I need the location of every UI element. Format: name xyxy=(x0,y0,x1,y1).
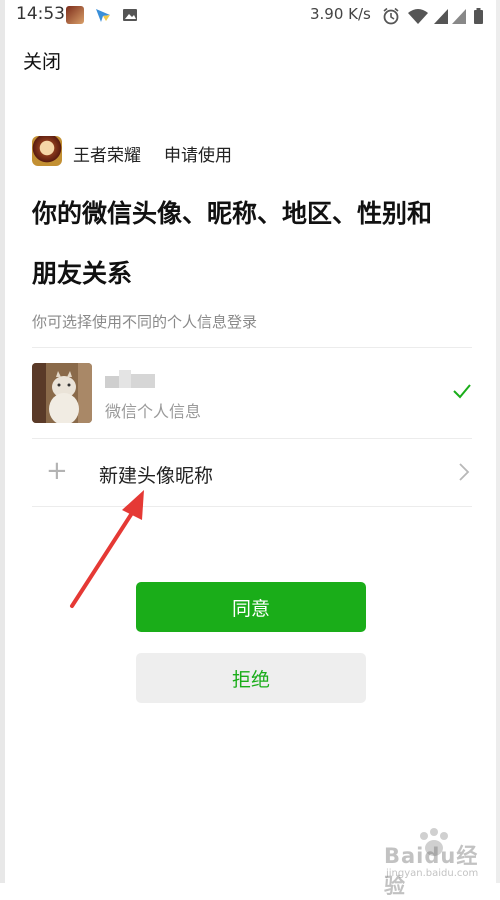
game-app-icon xyxy=(66,6,84,24)
app-icon xyxy=(32,136,62,166)
status-time: 14:53 xyxy=(16,4,65,24)
agree-button[interactable]: 同意 xyxy=(136,582,366,632)
app-request-text: 申请使用 xyxy=(164,146,232,166)
permission-title: 你的微信头像、昵称、地区、性别和 朋友关系 xyxy=(32,184,482,304)
alarm-icon xyxy=(383,7,399,25)
permission-title-line1: 你的微信头像、昵称、地区、性别和 xyxy=(32,199,433,228)
close-button[interactable]: 关闭 xyxy=(23,47,61,74)
signal-icon xyxy=(434,9,448,24)
checkmark-icon xyxy=(453,384,471,399)
network-speed: 3.90 K/s xyxy=(310,5,371,23)
permission-title-line2: 朋友关系 xyxy=(32,259,133,288)
image-app-icon xyxy=(121,6,139,24)
navigation-app-icon xyxy=(94,6,112,24)
reject-button[interactable]: 拒绝 xyxy=(136,653,366,703)
app-name: 王者荣耀 xyxy=(73,146,141,166)
profile-subtitle: 微信个人信息 xyxy=(105,402,202,421)
chevron-right-icon xyxy=(459,463,470,481)
status-bar: 14:53 3.90 K/s xyxy=(0,0,500,32)
watermark-subtext: jingyan.baidu.com xyxy=(386,868,479,879)
signal-icon-2 xyxy=(452,9,466,24)
right-frame-edge xyxy=(496,0,500,883)
nickname-redacted xyxy=(105,370,155,388)
choose-info-hint: 你可选择使用不同的个人信息登录 xyxy=(32,313,258,331)
divider xyxy=(32,438,472,439)
baidu-watermark: Baidu经验 jingyan.baidu.com xyxy=(380,826,490,898)
wifi-icon xyxy=(408,9,428,24)
wechat-profile-option[interactable]: 微信个人信息 xyxy=(32,348,472,438)
left-frame-edge xyxy=(0,0,5,883)
status-icons xyxy=(383,7,483,25)
battery-icon xyxy=(474,8,483,24)
avatar xyxy=(32,363,92,423)
